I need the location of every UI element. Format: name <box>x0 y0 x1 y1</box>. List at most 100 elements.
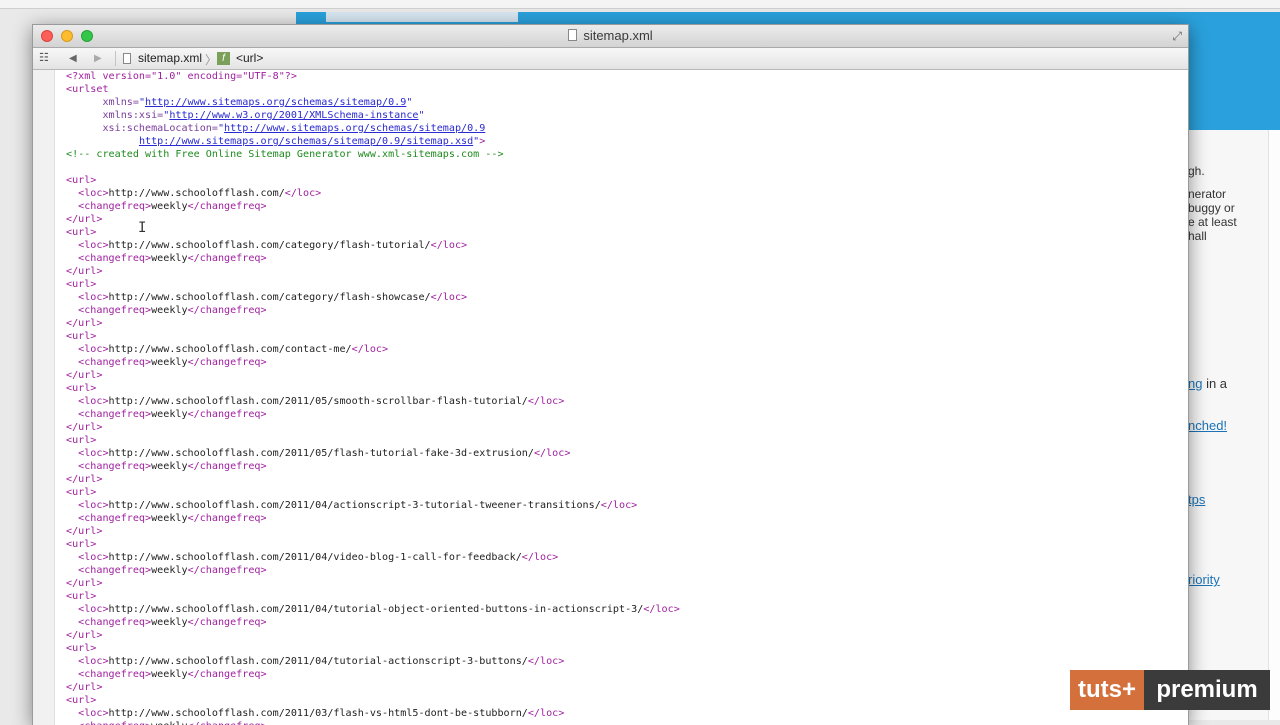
changefreq-close-tag: </changefreq> <box>187 201 267 212</box>
changefreq-value: weekly <box>151 305 188 316</box>
loc-open-tag: <loc> <box>78 396 109 407</box>
changefreq-open-tag: <changefreq> <box>78 201 152 212</box>
code-line: <url> <box>66 434 680 447</box>
code-content[interactable]: <?xml version="1.0" encoding="UTF-8"?> <… <box>66 70 680 725</box>
code-line: </url> <box>66 473 680 486</box>
fullscreen-icon[interactable]: ⤢ <box>1172 29 1182 44</box>
code-line: <changefreq>weekly</changefreq> <box>66 200 680 213</box>
loc-value: http://www.schoolofflash.com/2011/03/fla… <box>108 708 528 719</box>
window-title-text: sitemap.xml <box>583 28 653 43</box>
changefreq-close-tag: </changefreq> <box>187 357 267 368</box>
changefreq-value: weekly <box>151 253 188 264</box>
loc-close-tag: </loc> <box>600 500 638 511</box>
changefreq-close-tag: </changefreq> <box>187 253 267 264</box>
background-link[interactable]: ng <box>1188 376 1202 391</box>
changefreq-open-tag: <changefreq> <box>78 721 151 725</box>
code-line: <url> <box>66 174 680 187</box>
line-gutter <box>33 70 55 725</box>
window-title: sitemap.xml <box>33 28 1188 43</box>
url-open-tag: <url> <box>66 591 97 602</box>
forward-arrow-icon[interactable]: ▶ <box>94 53 102 64</box>
loc-value: http://www.schoolofflash.com/contact-me/ <box>108 344 352 355</box>
url-close-tag: </url> <box>66 318 103 329</box>
loc-value: http://www.schoolofflash.com/2011/04/vid… <box>108 552 522 563</box>
changefreq-open-tag: <changefreq> <box>78 357 152 368</box>
changefreq-close-tag: </changefreq> <box>187 669 267 680</box>
code-line: </url> <box>66 629 680 642</box>
code-line: <loc>http://www.schoolofflash.com/2011/0… <box>66 395 680 408</box>
xmlns-link[interactable]: http://www.sitemaps.org/schemas/sitemap/… <box>145 97 406 108</box>
changefreq-value: weekly <box>151 669 188 680</box>
loc-value: http://www.schoolofflash.com/ <box>108 188 285 199</box>
url-close-tag: </url> <box>66 266 103 277</box>
background-link[interactable]: riority <box>1188 572 1220 587</box>
code-line: <url> <box>66 694 680 707</box>
loc-open-tag: <loc> <box>78 344 109 355</box>
code-line: </url> <box>66 369 680 382</box>
background-link[interactable]: tps <box>1188 492 1205 507</box>
code-line: <url> <box>66 538 680 551</box>
background-scrollbar[interactable] <box>1268 130 1280 720</box>
loc-value: http://www.schoolofflash.com/category/fl… <box>108 240 431 251</box>
background-link-row: ng in a <box>1188 376 1227 391</box>
code-line: <changefreq>weekly</changefreq> <box>66 616 680 629</box>
changefreq-value: weekly <box>151 409 188 420</box>
logo-tuts: tuts+ <box>1070 670 1144 710</box>
code-line: <loc>http://www.schoolofflash.com/2011/0… <box>66 707 680 720</box>
loc-value: http://www.schoolofflash.com/category/fl… <box>108 292 431 303</box>
url-close-tag: </url> <box>66 682 103 693</box>
changefreq-close-tag: </changefreq> <box>187 513 267 524</box>
editor-window: sitemap.xml ⤢ ☷ ◀ ▶ sitemap.xml 〉 f <url… <box>32 24 1189 725</box>
background-text: gh. <box>1188 164 1205 178</box>
background-link[interactable]: nched! <box>1188 418 1227 433</box>
breadcrumb-file[interactable]: sitemap.xml <box>138 51 202 65</box>
loc-close-tag: </loc> <box>527 396 565 407</box>
changefreq-open-tag: <changefreq> <box>78 565 152 576</box>
changefreq-close-tag: </changefreq> <box>187 409 267 420</box>
url-entries: <url> <loc>http://www.schoolofflash.com/… <box>66 174 680 725</box>
code-line: <loc>http://www.schoolofflash.com/</loc> <box>66 187 680 200</box>
chevron-right-icon: 〉 <box>205 53 218 67</box>
code-line: <changefreq>weekly</changefreq> <box>66 460 680 473</box>
loc-open-tag: <loc> <box>78 604 109 615</box>
url-open-tag: <url> <box>66 435 97 446</box>
code-line: http://www.sitemaps.org/schemas/sitemap/… <box>138 136 486 147</box>
title-bar[interactable]: sitemap.xml ⤢ <box>33 25 1188 48</box>
code-line: <changefreq>weekly</changefreq> <box>66 408 680 421</box>
code-line: </url> <box>66 421 680 434</box>
loc-open-tag: <loc> <box>78 448 109 459</box>
loc-close-tag: </loc> <box>527 656 565 667</box>
url-open-tag: <url> <box>66 643 97 654</box>
changefreq-value: weekly <box>151 565 188 576</box>
code-line: <changefreq>weekly</changefreq> <box>66 252 680 265</box>
xml-declaration: <?xml version="1.0" encoding="UTF-8"?> <box>66 71 297 82</box>
schema-link-2[interactable]: http://www.sitemaps.org/schemas/sitemap/… <box>139 136 473 147</box>
code-line: <changefreq>weekly</changefreq> <box>66 512 680 525</box>
code-editor[interactable]: <?xml version="1.0" encoding="UTF-8"?> <… <box>33 70 1188 725</box>
code-line: <url> <box>66 590 680 603</box>
tuts-premium-logo: tuts+ premium <box>1070 670 1270 710</box>
code-line: </url> <box>66 681 680 694</box>
breadcrumb-node[interactable]: <url> <box>236 51 263 65</box>
text-cursor-icon: I <box>138 220 147 236</box>
background-tab <box>326 12 518 22</box>
schema-link-1[interactable]: http://www.sitemaps.org/schemas/sitemap/… <box>224 123 485 134</box>
urlset-open-tag: <urlset <box>66 84 109 95</box>
loc-value: http://www.schoolofflash.com/2011/04/tut… <box>108 656 528 667</box>
xsi-link[interactable]: http://www.w3.org/2001/XMLSchema-instanc… <box>169 110 418 121</box>
loc-value: http://www.schoolofflash.com/2011/05/smo… <box>108 396 528 407</box>
navigation-bar: ☷ ◀ ▶ sitemap.xml 〉 f <url> <box>33 48 1188 70</box>
loc-open-tag: <loc> <box>78 708 109 719</box>
code-line: </url> <box>66 317 680 330</box>
code-line: xmlns="http://www.sitemaps.org/schemas/s… <box>102 97 413 108</box>
background-text: hall <box>1188 229 1207 243</box>
changefreq-open-tag: <changefreq> <box>78 513 152 524</box>
document-icon <box>568 29 578 41</box>
code-line: <urlset <box>66 83 680 96</box>
url-close-tag: </url> <box>66 578 103 589</box>
related-items-icon[interactable]: ☷ <box>39 51 49 64</box>
back-arrow-icon[interactable]: ◀ <box>69 53 77 64</box>
code-line: <loc>http://www.schoolofflash.com/2011/0… <box>66 499 680 512</box>
loc-close-tag: </loc> <box>533 448 571 459</box>
